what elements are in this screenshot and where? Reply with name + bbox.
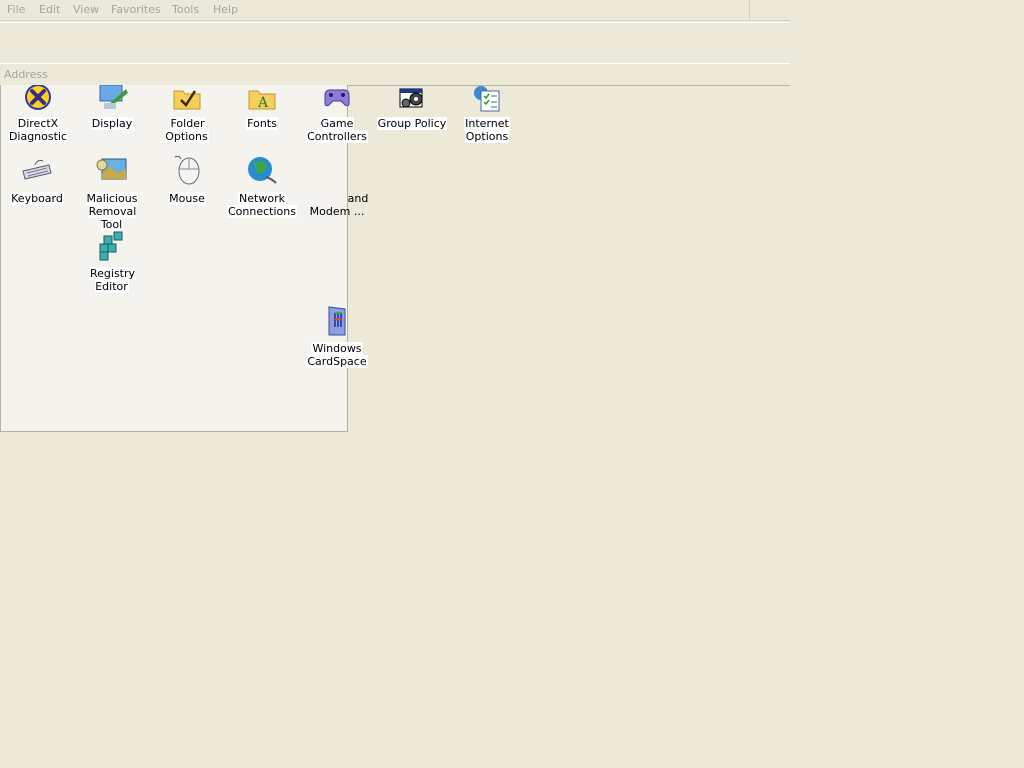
menu-tools[interactable]: Tools [172,3,199,16]
menu-bar-throbber-area [750,0,790,21]
network-globe-icon [248,157,277,184]
menu-favorites[interactable]: Favorites [111,3,161,16]
address-bar: Address [0,63,790,86]
icon-folder-options[interactable]: Folder Options [150,85,224,145]
icon-label: Network Connections [227,192,297,218]
icon-group-policy[interactable]: Group Policy [375,85,449,145]
fonts-folder-icon: A [248,90,276,111]
svg-text:A: A [257,95,269,111]
icon-game-controllers[interactable]: Game Controllers [300,85,374,145]
icon-registry-editor[interactable]: Registry Editor [75,230,149,293]
icon-internet-options[interactable]: Internet Options [450,85,524,145]
icon-label: Display [90,117,134,130]
icon-label: Game Controllers [306,117,368,143]
icon-label: Group Policy [376,117,448,130]
mouse-icon [174,155,200,185]
icon-display[interactable]: Display [75,85,149,145]
keyboard-icon [22,160,52,180]
registry-editor-icon [99,231,123,261]
icon-label: Malicious Removal Tool [85,192,139,231]
malicious-removal-icon [96,158,127,180]
icon-label: Registry Editor [88,267,136,293]
menu-bar: File Edit View Favorites Tools Help [0,0,750,21]
icon-label: DirectX Diagnostic [7,117,69,143]
icon-malicious-removal-tool[interactable]: Malicious Removal Tool [75,155,149,231]
icon-label: and Modem ... [309,192,369,218]
menu-help[interactable]: Help [213,3,238,16]
menu-view[interactable]: View [73,3,99,16]
icon-label: Windows CardSpace [306,342,368,368]
icon-mouse[interactable]: Mouse [150,155,224,215]
internet-options-icon [474,86,500,112]
icon-label: Keyboard [10,192,64,205]
address-label: Address [4,68,48,81]
icon-phone-and-modem[interactable]: and Modem ... [300,155,374,218]
folder-options-icon [173,90,201,110]
icon-label: Mouse [168,192,206,205]
icon-fonts[interactable]: A Fonts [225,85,299,145]
menu-file[interactable]: File [7,3,25,16]
icon-network-connections[interactable]: Network Connections [225,155,299,218]
display-icon [99,85,128,109]
toolbar [0,22,790,64]
icon-windows-cardspace[interactable]: Windows CardSpace [300,305,374,369]
icon-keyboard[interactable]: Keyboard [0,155,74,215]
directx-icon [25,85,51,110]
icon-directx-diagnostic[interactable]: DirectX Diagnostic [1,85,75,145]
icon-label: Internet Options [464,117,510,143]
cardspace-icon [328,306,346,336]
icon-label: Folder Options [165,117,209,143]
group-policy-icon [399,88,423,108]
icon-label: Fonts [246,117,278,130]
gamepad-icon [324,89,350,107]
menu-edit[interactable]: Edit [39,3,60,16]
